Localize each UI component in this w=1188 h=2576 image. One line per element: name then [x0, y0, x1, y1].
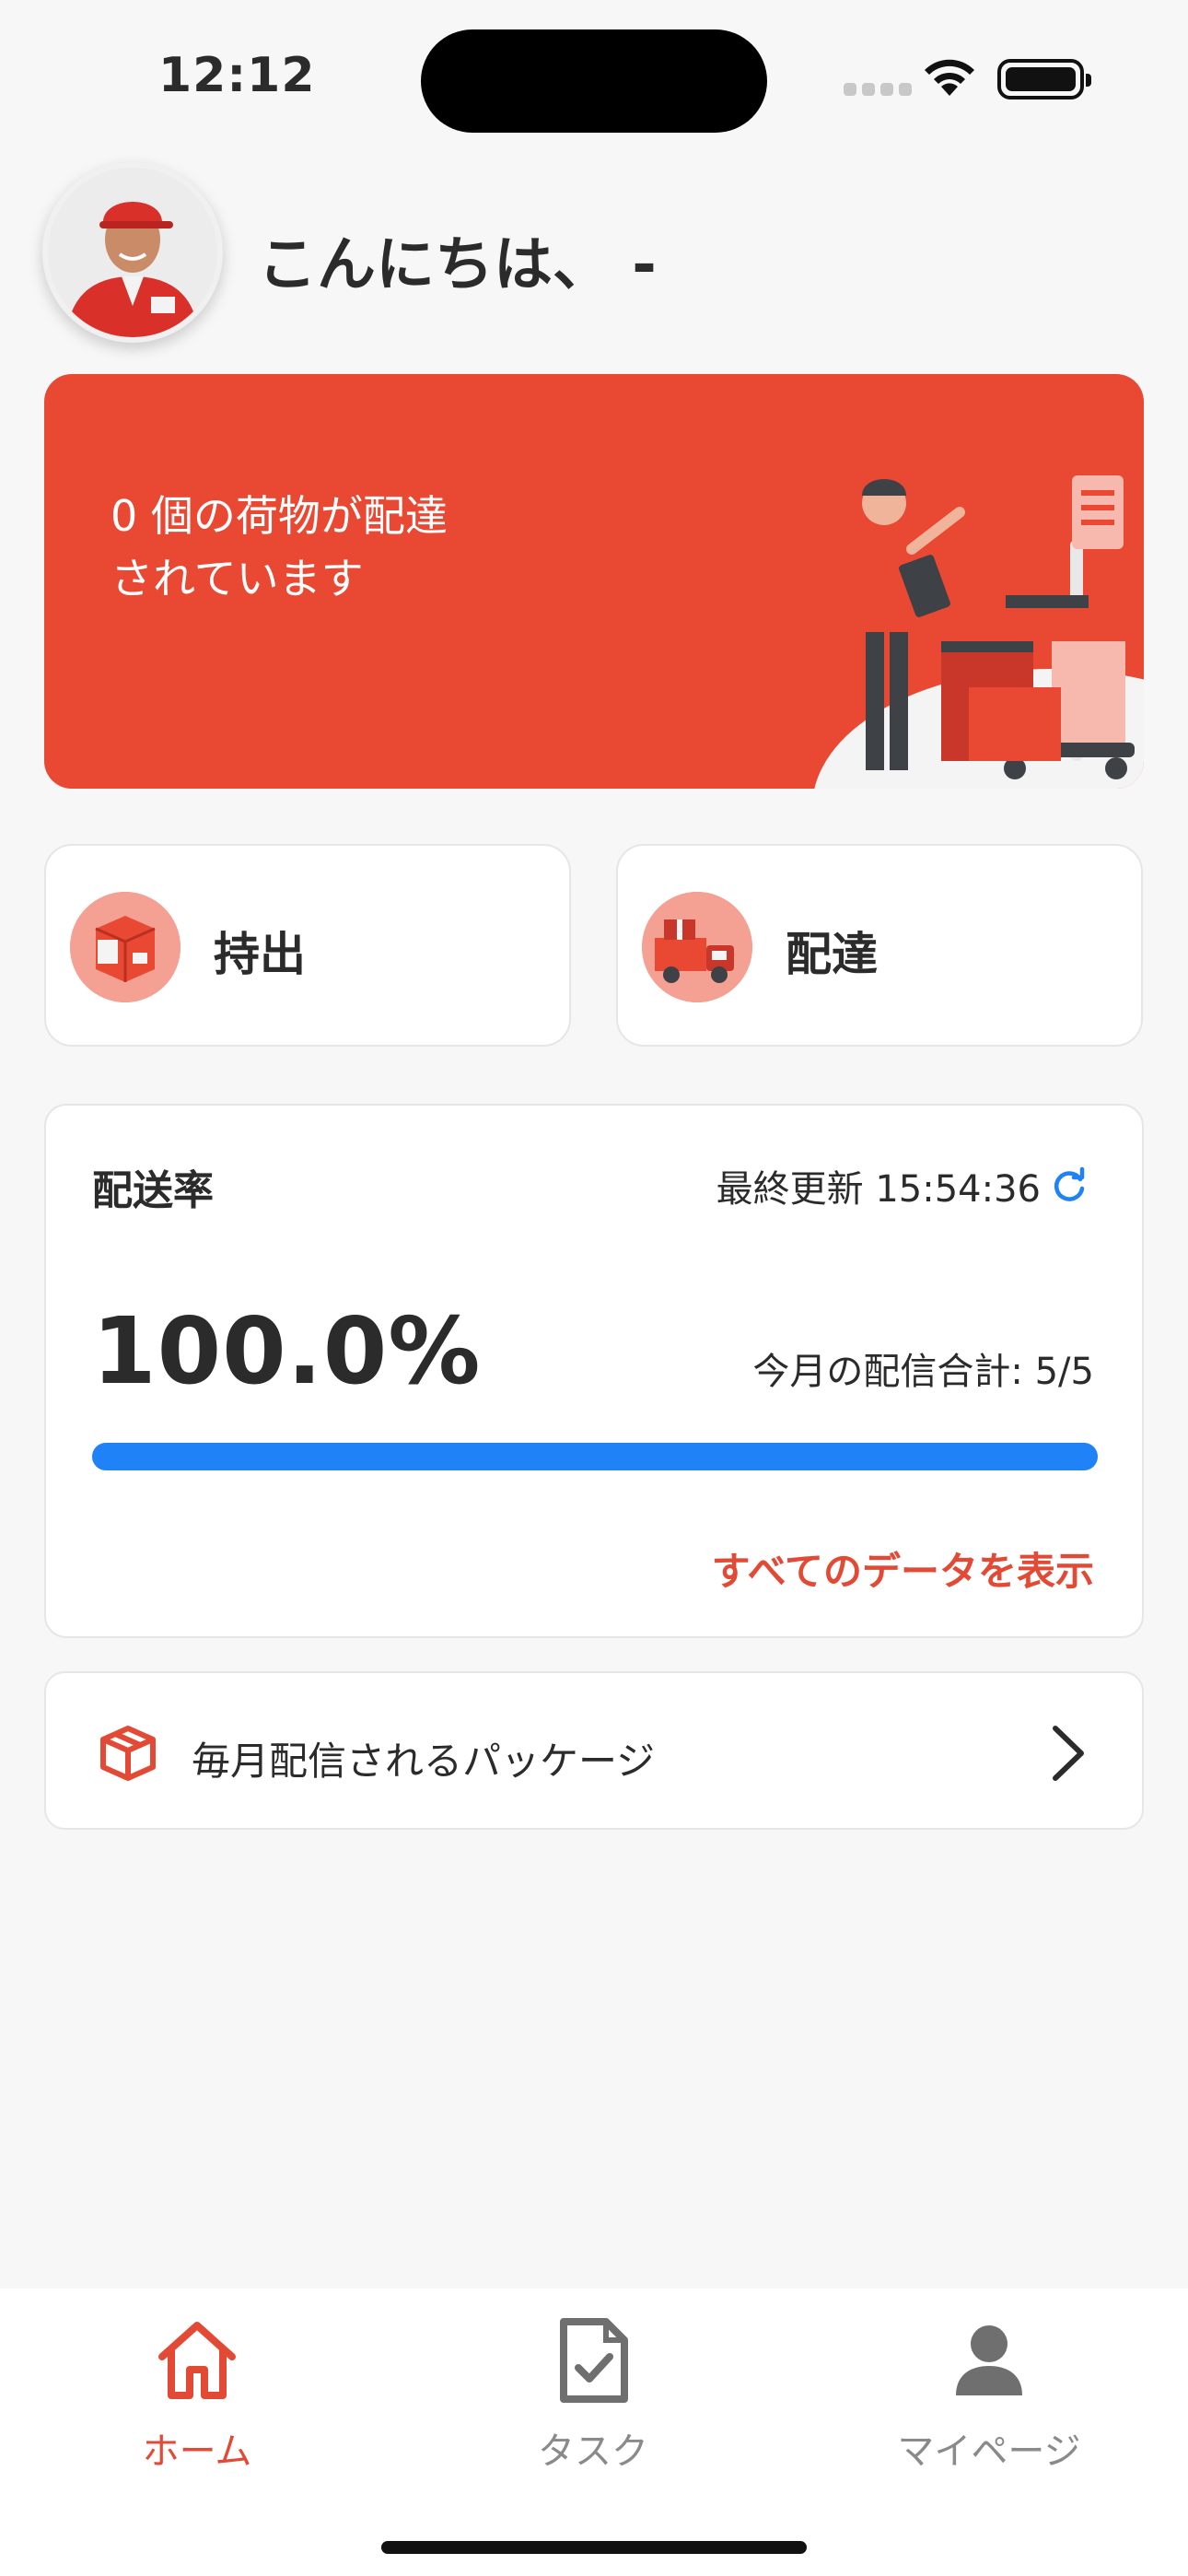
- delivery-label: 配達: [786, 928, 878, 981]
- courier-with-boxes-illustration: [814, 475, 1144, 789]
- delivery-banner[interactable]: 0 個の荷物が配達 されています: [44, 374, 1144, 789]
- monthly-total: 今月の配信合計: 5/5: [752, 1351, 1094, 1393]
- last-updated: 最終更新 15:54:36: [716, 1159, 1089, 1212]
- tab-mypage-label: マイページ: [897, 2430, 1081, 2473]
- status-time: 12:12: [158, 48, 316, 103]
- delivery-rate-title: 配送率: [92, 1167, 214, 1214]
- wifi-icon: [925, 59, 974, 96]
- tab-home-label: ホーム: [142, 2430, 252, 2473]
- delivery-progress-fill: [92, 1443, 1098, 1470]
- greeting-text: こんにちは、 -: [258, 231, 657, 299]
- battery-icon: [997, 59, 1091, 100]
- home-indicator: [381, 2541, 807, 2554]
- person-icon: [956, 2325, 1022, 2395]
- home-icon: [158, 2322, 236, 2399]
- view-all-data-link[interactable]: すべてのデータを表示: [712, 1540, 1094, 1597]
- delivery-button[interactable]: 配達: [616, 844, 1143, 1047]
- tab-mypage[interactable]: マイページ: [869, 2316, 1109, 2500]
- tab-home[interactable]: ホーム: [77, 2316, 317, 2500]
- banner-line-2: されています: [111, 554, 364, 603]
- cellular-signal-icon: [844, 83, 912, 96]
- monthly-packages-row[interactable]: 毎月配信されるパッケージ: [44, 1671, 1144, 1830]
- refresh-icon[interactable]: [1050, 1166, 1089, 1205]
- delivery-progress-bar: [92, 1443, 1098, 1470]
- tab-task[interactable]: タスク: [473, 2316, 713, 2500]
- bottom-tab-bar: ホーム タスク マイページ: [0, 2289, 1188, 2576]
- chevron-right-icon: [1053, 1726, 1084, 1781]
- delivery-rate-percent: 100.0%: [92, 1297, 482, 1405]
- dynamic-island: [421, 29, 767, 133]
- last-updated-text: 最終更新 15:54:36: [716, 1168, 1041, 1211]
- task-document-icon: [560, 2318, 628, 2403]
- banner-message: 0 個の荷物が配達 されています: [111, 485, 553, 610]
- tab-task-label: タスク: [538, 2430, 648, 2473]
- take-out-label: 持出: [214, 928, 306, 981]
- delivery-rate-card: 配送率 最終更新 15:54:36 100.0% 今月の配信合計: 5/5 すべ…: [44, 1104, 1144, 1638]
- box-icon: [100, 1726, 156, 1781]
- courier-avatar-image: [48, 168, 217, 337]
- avatar[interactable]: [42, 162, 223, 343]
- package-icon: [70, 892, 181, 1002]
- delivery-truck-icon: [642, 892, 752, 1002]
- monthly-packages-label: 毎月配信されるパッケージ: [192, 1739, 656, 1784]
- banner-line-1: 0 個の荷物が配達: [111, 491, 448, 541]
- take-out-button[interactable]: 持出: [44, 844, 571, 1047]
- home-screen: 12:12 こんにちは、 - 0 個の荷物が配達 されています 持出 配達 配送…: [0, 0, 1188, 2576]
